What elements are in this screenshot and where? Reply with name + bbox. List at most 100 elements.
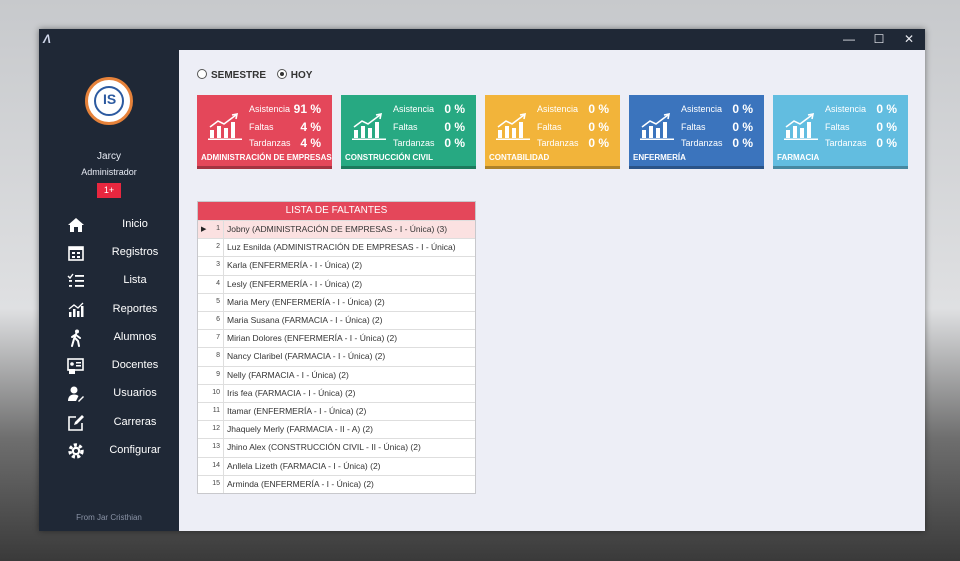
list-item[interactable]: 5 Maria Mery (ENFERMERÍA - I - Única) (2… bbox=[198, 292, 475, 311]
row-divider bbox=[223, 239, 224, 257]
row-number: 1 bbox=[216, 225, 220, 232]
app-window: Λ — ☐ ✕ IS Jarcy Administrador 1+ Inicio… bbox=[39, 29, 925, 531]
row-text: Lesly (ENFERMERÍA - I - Única) (2) bbox=[227, 278, 363, 289]
sidebar-item-label: Usuarios bbox=[113, 387, 157, 399]
stat-value: 0 % bbox=[732, 136, 753, 150]
list-item[interactable]: 8 Nancy Claribel (FARMACIA - I - Única) … bbox=[198, 347, 475, 366]
maximize-button[interactable]: ☐ bbox=[864, 29, 894, 50]
sidebar-item-configurar[interactable]: Configurar bbox=[39, 439, 179, 465]
close-button[interactable]: ✕ bbox=[894, 29, 924, 50]
list-item[interactable]: 14 Anllela Lizeth (FARMACIA - I - Única)… bbox=[198, 456, 475, 475]
bar-chart-icon bbox=[640, 112, 674, 140]
stat-value: 4 % bbox=[300, 136, 321, 150]
list-item[interactable]: ▶ 1 Jobny (ADMINISTRACIÓN DE EMPRESAS - I… bbox=[198, 220, 475, 239]
stat-value: 0 % bbox=[444, 102, 465, 116]
row-divider bbox=[223, 403, 224, 421]
row-divider bbox=[223, 312, 224, 330]
career-card[interactable]: Asistencia 0 % Faltas 0 % Tardanzas 0 % … bbox=[629, 95, 764, 169]
calendar-icon bbox=[68, 246, 84, 261]
stat-label: Asistencia bbox=[393, 104, 435, 114]
row-text: Maria Susana (FARMACIA - I - Única) (2) bbox=[227, 315, 383, 325]
stat-label: Faltas bbox=[393, 122, 418, 132]
list-item[interactable]: 4 Lesly (ENFERMERÍA - I - Única) (2) bbox=[198, 274, 475, 293]
card-divider bbox=[773, 166, 908, 169]
row-text: Iris fea (FARMACIA - I - Única) (2) bbox=[227, 387, 356, 398]
stat-label: Faltas bbox=[681, 122, 706, 132]
title-bar: Λ — ☐ ✕ bbox=[39, 29, 925, 50]
notification-badge[interactable]: 1+ bbox=[97, 183, 121, 198]
sidebar-item-docentes[interactable]: Docentes bbox=[39, 354, 179, 380]
list-item[interactable]: 12 Jhaquely Merly (FARMACIA - II - A) (2… bbox=[198, 420, 475, 439]
row-divider bbox=[223, 293, 224, 311]
walking-person-icon bbox=[71, 329, 81, 347]
sidebar: IS Jarcy Administrador 1+ Inicio Registr… bbox=[39, 50, 179, 531]
career-card[interactable]: Asistencia 91 % Faltas 4 % Tardanzas 4 %… bbox=[197, 95, 332, 169]
row-text: Nelly (FARMACIA - I - Única) (2) bbox=[227, 369, 349, 380]
row-number: 5 bbox=[216, 297, 220, 305]
career-card[interactable]: Asistencia 0 % Faltas 0 % Tardanzas 0 % … bbox=[773, 95, 908, 169]
stat-value: 4 % bbox=[300, 120, 321, 134]
user-name: Jarcy bbox=[97, 151, 121, 162]
row-text: Luz Esnilda (ADMINISTRACIÓN DE EMPRESAS … bbox=[227, 242, 456, 253]
row-divider bbox=[223, 275, 224, 293]
sidebar-item-label: Configurar bbox=[109, 444, 161, 456]
row-number: 9 bbox=[216, 370, 220, 378]
stat-value: 0 % bbox=[876, 102, 897, 116]
card-divider bbox=[197, 166, 332, 169]
sidebar-item-carreras[interactable]: Carreras bbox=[39, 411, 179, 437]
list-item[interactable]: 11 Itamar (ENFERMERÍA - I - Única) (2) bbox=[198, 402, 475, 421]
stat-value: 0 % bbox=[444, 120, 465, 134]
list-title: LISTA DE FALTANTES bbox=[198, 202, 475, 220]
stat-label: Faltas bbox=[249, 122, 274, 132]
career-card[interactable]: Asistencia 0 % Faltas 0 % Tardanzas 0 % … bbox=[485, 95, 620, 169]
row-number: 6 bbox=[216, 316, 220, 323]
sidebar-item-registros[interactable]: Registros bbox=[39, 241, 179, 267]
row-text: Arminda (ENFERMERÍA - I - Única) (2) bbox=[227, 478, 374, 489]
list-item[interactable]: 13 Jhino Alex (CONSTRUCCIÓN CIVIL - II -… bbox=[198, 438, 475, 457]
list-item[interactable]: 7 Mirian Dolores (ENFERMERÍA - I - Única… bbox=[198, 329, 475, 348]
stat-label: Asistencia bbox=[249, 104, 291, 114]
minimize-button[interactable]: — bbox=[834, 29, 864, 50]
row-divider bbox=[223, 221, 224, 239]
row-text: Maria Mery (ENFERMERÍA - I - Única) (2) bbox=[227, 296, 385, 307]
bar-chart-icon bbox=[784, 112, 818, 140]
radio-semestre[interactable]: SEMESTRE bbox=[197, 69, 266, 81]
list-item[interactable]: 3 Karla (ENFERMERÍA - I - Única) (2) bbox=[198, 256, 475, 275]
user-edit-icon bbox=[68, 386, 84, 402]
edit-square-icon bbox=[68, 415, 84, 431]
stat-label: Tardanzas bbox=[825, 138, 867, 148]
stat-value: 0 % bbox=[588, 102, 609, 116]
sidebar-item-alumnos[interactable]: Alumnos bbox=[39, 326, 179, 352]
stat-value: 0 % bbox=[588, 120, 609, 134]
card-divider bbox=[485, 166, 620, 169]
row-divider bbox=[223, 330, 224, 348]
sidebar-item-inicio[interactable]: Inicio bbox=[39, 213, 179, 239]
row-number: 12 bbox=[212, 425, 220, 433]
stat-label: Tardanzas bbox=[681, 138, 723, 148]
sidebar-item-label: Carreras bbox=[113, 416, 157, 428]
row-divider bbox=[223, 475, 224, 493]
list-item[interactable]: 6 Maria Susana (FARMACIA - I - Única) (2… bbox=[198, 311, 475, 330]
list-item[interactable]: 9 Nelly (FARMACIA - I - Única) (2) bbox=[198, 365, 475, 384]
row-text: Jobny (ADMINISTRACIÓN DE EMPRESAS - I - … bbox=[227, 224, 448, 234]
card-divider bbox=[629, 166, 764, 169]
stat-label: Faltas bbox=[825, 122, 850, 132]
report-chart-icon bbox=[68, 302, 84, 317]
list-item[interactable]: 15 Arminda (ENFERMERÍA - I - Única) (2) bbox=[198, 474, 475, 493]
sidebar-item-reportes[interactable]: Reportes bbox=[39, 298, 179, 324]
row-divider bbox=[223, 421, 224, 439]
period-filter: SEMESTRE HOY bbox=[197, 69, 320, 81]
row-number: 2 bbox=[216, 243, 220, 251]
radio-hoy[interactable]: HOY bbox=[276, 69, 312, 81]
sidebar-item-lista[interactable]: Lista bbox=[39, 269, 179, 295]
footer-credit: From Jar Cristhian bbox=[76, 513, 142, 522]
main-content: SEMESTRE HOY Asistencia 91 % Faltas 4 % … bbox=[179, 50, 925, 531]
row-text: Anllela Lizeth (FARMACIA - I - Única) (2… bbox=[227, 460, 381, 471]
user-role: Administrador bbox=[81, 167, 137, 177]
row-number: 13 bbox=[212, 443, 220, 451]
sidebar-item-usuarios[interactable]: Usuarios bbox=[39, 382, 179, 408]
row-number: 7 bbox=[216, 334, 220, 342]
list-item[interactable]: 10 Iris fea (FARMACIA - I - Única) (2) bbox=[198, 383, 475, 402]
list-item[interactable]: 2 Luz Esnilda (ADMINISTRACIÓN DE EMPRESA… bbox=[198, 238, 475, 257]
career-card[interactable]: Asistencia 0 % Faltas 0 % Tardanzas 0 % … bbox=[341, 95, 476, 169]
